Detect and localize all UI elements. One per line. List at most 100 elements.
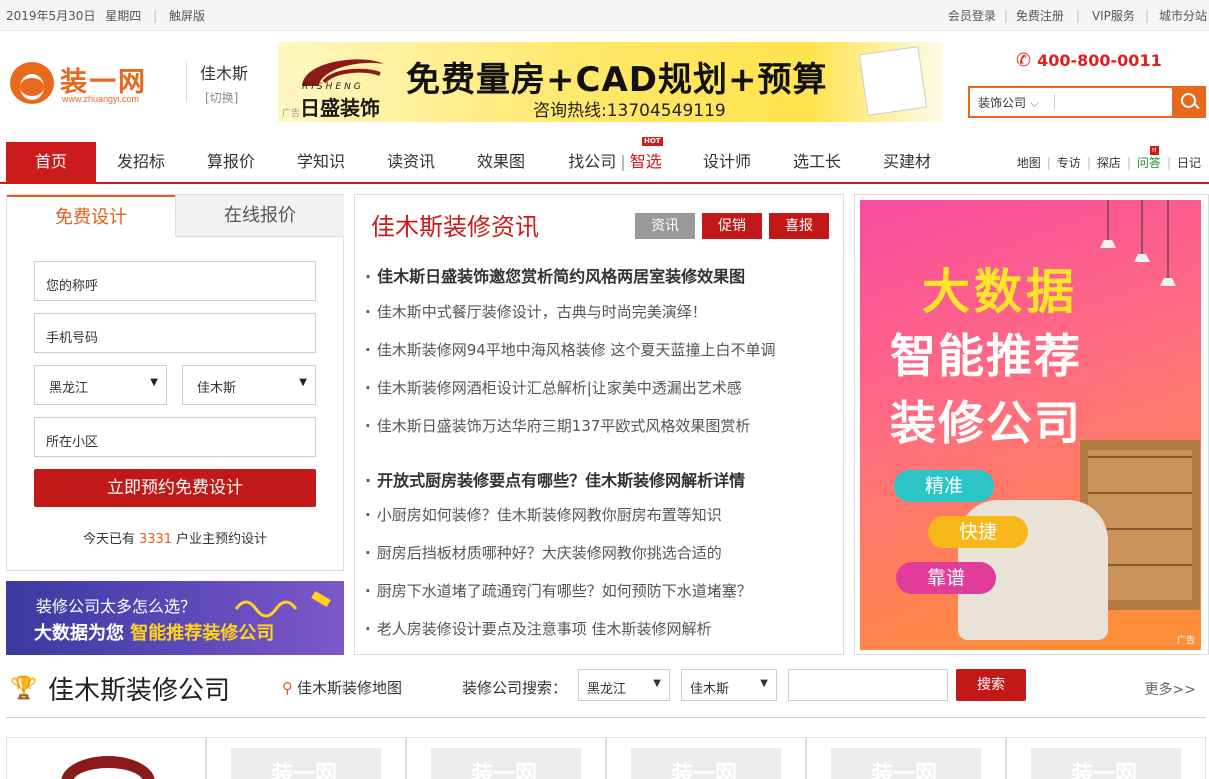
nav-news[interactable]: 读资讯 [376, 142, 446, 182]
company-card[interactable]: 装一网 [406, 737, 606, 779]
site-logo[interactable]: 装一网 www.zhuangyi.com [10, 60, 175, 106]
logo-icon [10, 62, 54, 104]
interview-link[interactable]: 专访 [1057, 156, 1081, 170]
nav-home[interactable]: 首页 [6, 142, 96, 182]
nav-knowledge[interactable]: 学知识 [286, 142, 356, 182]
city-switch-link[interactable]: [切换] [205, 89, 238, 106]
pill-fast: 快捷 [928, 516, 1028, 548]
main-nav: 首页 发招标 算报价 学知识 读资讯 效果图 找公司 | 智选 HOT 设计师 选工… [0, 137, 1209, 184]
news-headline[interactable]: 佳木斯日盛装饰邀您赏析简约风格两居室装修效果图 [365, 263, 745, 287]
news-item[interactable]: 佳木斯装修网酒柜设计汇总解析|让家美中透漏出艺术感 [365, 377, 742, 398]
nav-find-company: 找公司 | 智选 HOT [568, 137, 663, 171]
current-city: 佳木斯 [200, 64, 249, 83]
register-link[interactable]: 免费注册 [1016, 9, 1064, 23]
map-link[interactable]: 地图 [1017, 156, 1041, 170]
nav-gallery[interactable]: 效果图 [466, 142, 536, 182]
name-field[interactable]: 您的称呼 [34, 261, 316, 301]
news-panel: 佳木斯装修资讯 资讯 促销 喜报 佳木斯日盛装饰邀您赏析简约风格两居室装修效果图… [354, 194, 844, 655]
search-input[interactable] [1062, 91, 1170, 113]
right-ad-image: 大数据 智能推荐 装修公司 精准 快捷 靠谱 广告 [860, 200, 1201, 650]
touch-version-link[interactable]: 触屏版 [169, 9, 205, 23]
city-sites-link[interactable]: 城市分站 [1159, 9, 1207, 23]
company-search-input[interactable] [788, 669, 948, 701]
qa-link[interactable]: 问答 [1137, 156, 1161, 170]
company-logo [31, 748, 181, 779]
trophy-icon: 🏆 [10, 676, 38, 701]
smart-recommend-banner[interactable]: 装修公司太多怎么选？ 大数据为您 智能推荐装修公司 [6, 581, 344, 655]
header-search: 装饰公司 ⌵ [968, 86, 1206, 118]
company-card[interactable]: 装一网 [206, 737, 406, 779]
nav-designer[interactable]: 设计师 [692, 142, 762, 182]
nav-quote[interactable]: 算报价 [196, 142, 266, 182]
nav-find-company-link[interactable]: 找公司 [568, 152, 616, 171]
nav-bidding[interactable]: 发招标 [106, 142, 176, 182]
top-left: 2019年5月30日 星期四 | 触屏版 [6, 7, 205, 24]
tab-good-news[interactable]: 喜报 [769, 213, 829, 239]
right-ad[interactable]: 大数据 智能推荐 装修公司 精准 快捷 靠谱 广告 [854, 194, 1209, 655]
news-headline[interactable]: 开放式厨房装修要点有哪些？佳木斯装修网解析详情 [365, 467, 745, 491]
company-card[interactable] [6, 737, 206, 779]
community-field[interactable]: 所在小区 [34, 417, 316, 457]
company-card[interactable]: 装一网 [1006, 737, 1206, 779]
promo-line1: 装修公司太多怎么选？ [36, 597, 197, 616]
hotline: ✆ 400-800-0011 [1016, 50, 1162, 71]
divider: | [153, 9, 158, 23]
more-link[interactable]: 更多>> [1145, 679, 1196, 699]
vip-link[interactable]: VIP服务 [1092, 9, 1135, 23]
hot-badge: HOT [642, 137, 663, 146]
tab-promotion[interactable]: 促销 [702, 213, 762, 239]
top-banner-ad[interactable]: RISHENG 日盛装饰 免费量房+CAD规划+预算 咨询热线:13704549… [278, 42, 943, 122]
dropdown-arrow-icon: ▼ [150, 377, 158, 388]
company-province-select[interactable]: 黑龙江 ▼ [578, 669, 670, 701]
province-select[interactable]: 黑龙江 ▼ [34, 365, 167, 405]
news-item[interactable]: 厨房下水道堵了疏通窍门有哪些？如何预防下水道堵塞？ [365, 580, 752, 601]
dropdown-arrow-icon: ▼ [299, 377, 307, 388]
pendant-lamps-icon [1100, 200, 1176, 286]
news-item[interactable]: 佳木斯中式餐厅装修设计，古典与时尚完美演绎！ [365, 301, 707, 322]
store-visit-link[interactable]: 探店 [1097, 156, 1121, 170]
decoration-map-link[interactable]: ⚲ 佳木斯装修地图 [282, 677, 402, 698]
company-city-select[interactable]: 佳木斯 ▼ [681, 669, 777, 701]
pill-reliable: 靠谱 [896, 562, 996, 594]
date-text: 2019年5月30日 [6, 9, 96, 23]
news-item[interactable]: 老人房装修设计要点及注意事项 佳木斯装修网解析 [365, 618, 712, 639]
nav-foreman[interactable]: 选工长 [782, 142, 852, 182]
company-card[interactable]: 装一网 [806, 737, 1006, 779]
search-button[interactable] [1172, 86, 1206, 118]
city-select[interactable]: 佳木斯 ▼ [182, 365, 316, 405]
company-card[interactable]: 装一网 [606, 737, 806, 779]
news-item[interactable]: 佳木斯日盛装饰万达华府三期137平欧式风格效果图赏析 [365, 415, 751, 436]
tab-online-quote[interactable]: 在线报价 [175, 195, 344, 237]
right-ad-h1: 大数据 [922, 264, 1079, 320]
search-type-select[interactable]: 装饰公司 ⌵ [978, 94, 1039, 111]
phone-icon: ✆ [1016, 50, 1032, 71]
hotline-number: 400-800-0011 [1037, 51, 1162, 70]
tab-free-design[interactable]: 免费设计 [7, 195, 175, 237]
submit-design-button[interactable]: 立即预约免费设计 [34, 469, 316, 507]
hot-badge-small: H [1149, 146, 1159, 155]
right-ad-h3: 装修公司 [890, 396, 1082, 450]
company-cards: 装一网 装一网 装一网 装一网 装一网 [6, 737, 1206, 779]
news-item[interactable]: 小厨房如何装修？佳木斯装修网教你厨房布置等知识 [365, 504, 722, 525]
right-ad-h2: 智能推荐 [890, 329, 1082, 383]
news-item[interactable]: 佳木斯装修网94平地中海风格装修 这个夏天蓝撞上白不单调 [365, 339, 776, 360]
nav-smart-select[interactable]: 智选 [630, 152, 662, 171]
blueprint-image [858, 46, 928, 116]
dropdown-arrow-icon: ▼ [653, 678, 661, 689]
company-search-button[interactable]: 搜索 [956, 669, 1026, 701]
login-link[interactable]: 会员登录 [948, 9, 996, 23]
company-search-label: 装修公司搜索： [462, 679, 568, 697]
weekday-text: 星期四 [105, 9, 142, 23]
phone-field[interactable]: 手机号码 [34, 313, 316, 353]
nav-materials[interactable]: 买建材 [872, 142, 942, 182]
diary-link[interactable]: 日记 [1177, 156, 1201, 170]
ad-label: 广告 [1176, 636, 1195, 646]
pill-accurate: 精准 [894, 470, 994, 502]
ad-label: 广告 [282, 109, 301, 119]
news-item[interactable]: 厨房后挡板材质哪种好？大庆装修网教你挑选合适的 [365, 542, 722, 563]
news-title: 佳木斯装修资讯 [371, 213, 539, 241]
company-logo-placeholder: 装一网 [231, 748, 381, 779]
company-section-header: 🏆 佳木斯装修公司 ⚲ 佳木斯装修地图 装修公司搜索： 黑龙江 ▼ 佳木斯 ▼ 搜索 … [6, 662, 1206, 718]
tab-news[interactable]: 资讯 [635, 213, 695, 239]
company-logo-placeholder: 装一网 [831, 748, 981, 779]
